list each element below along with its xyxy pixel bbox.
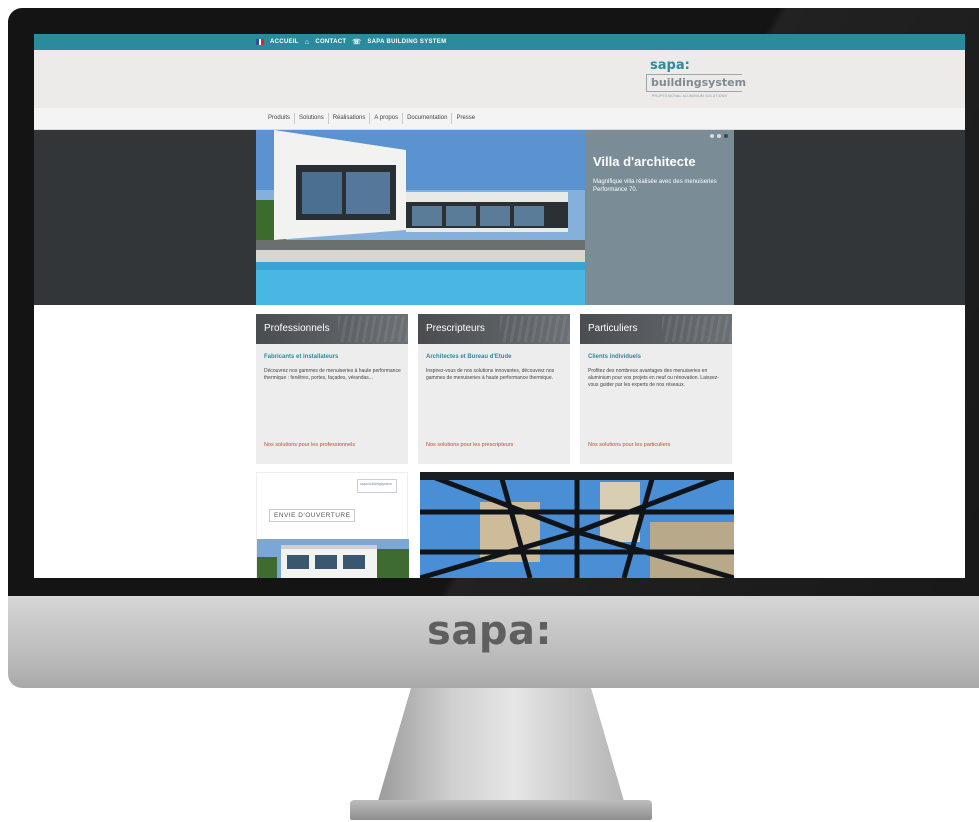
site-link[interactable]: SAPA BUILDING SYSTEM [367, 39, 446, 45]
logo-tagline: PROFESSIONAL ALUMINIUM SOLUTIONS [652, 94, 728, 98]
hero-villa-image[interactable] [256, 130, 585, 305]
card-title[interactable]: Particuliers [580, 314, 732, 344]
nav-item-documentation[interactable]: Documentation [403, 113, 453, 124]
card-title[interactable]: Professionnels [256, 314, 408, 344]
card-subtitle[interactable]: Clients individuels [588, 354, 641, 360]
carousel-dot[interactable] [710, 134, 714, 138]
hero-title: Villa d'architecte [593, 154, 696, 169]
monitor-stand-base [350, 800, 652, 820]
top-utility-bar: ACCUEIL ⌂ CONTACT ☏ SAPA BUILDING SYSTEM [34, 34, 965, 50]
hero-carousel: Villa d'architecte Magnifique villa réal… [34, 130, 965, 305]
chin-logo: sapa: [427, 608, 552, 654]
home-icon: ⌂ [304, 38, 310, 46]
site-header: sapa: buildingsystem PROFESSIONAL ALUMIN… [34, 50, 965, 108]
card-title[interactable]: Prescripteurs [418, 314, 570, 344]
logo-brand: sapa: [650, 58, 690, 73]
carousel-dot[interactable] [717, 134, 721, 138]
card-text: Inspirez-vous de nos solutions innovante… [426, 368, 555, 381]
promo-house-image [257, 539, 409, 578]
logo-product: buildingsystem [646, 74, 746, 92]
card-professionnels: Professionnels Fabricants et installateu… [256, 314, 408, 464]
phone-icon: ☏ [352, 39, 362, 46]
carousel-dot-active[interactable] [724, 134, 728, 138]
card-link[interactable]: Nos solutions pour les particuliers [588, 442, 670, 448]
contact-link[interactable]: CONTACT [315, 39, 346, 45]
nav-item-realisations[interactable]: Réalisations [329, 113, 371, 124]
main-nav: Produits Solutions Réalisations A propos… [34, 108, 965, 130]
browser-screen: ACCUEIL ⌂ CONTACT ☏ SAPA BUILDING SYSTEM… [34, 34, 965, 578]
promo-mini-logo: sapa buildingsystem [357, 479, 397, 493]
card-particuliers: Particuliers Clients individuels Profite… [580, 314, 732, 464]
nav-item-produits[interactable]: Produits [264, 113, 296, 124]
monitor-stand-neck [376, 688, 626, 808]
site-logo[interactable]: sapa: buildingsystem PROFESSIONAL ALUMIN… [646, 58, 746, 102]
audience-cards: Professionnels Fabricants et installateu… [256, 314, 734, 464]
promo-title: ENVIE D'OUVERTURE [269, 509, 356, 522]
card-prescripteurs: Prescripteurs Architectes et Bureau d'Et… [418, 314, 570, 464]
monitor-mockup: sapa: ACCUEIL ⌂ CONTACT ☏ SAPA BUILDING … [0, 0, 979, 822]
card-text: Découvrez nos gammes de menuiseries à ha… [264, 368, 401, 381]
hero-caption-panel: Villa d'architecte Magnifique villa réal… [585, 130, 734, 305]
french-flag-icon[interactable] [256, 39, 265, 45]
nav-item-solutions[interactable]: Solutions [295, 113, 329, 124]
carousel-dots[interactable] [710, 134, 728, 138]
card-subtitle[interactable]: Fabricants et installateurs [264, 354, 338, 360]
home-link[interactable]: ACCUEIL [270, 39, 299, 45]
card-subtitle[interactable]: Architectes et Bureau d'Etude [426, 354, 511, 360]
card-link[interactable]: Nos solutions pour les professionnels [264, 442, 355, 448]
nav-item-presse[interactable]: Presse [452, 113, 479, 124]
card-link[interactable]: Nos solutions pour les prescripteurs [426, 442, 513, 448]
nav-item-a-propos[interactable]: A propos [370, 113, 404, 124]
promo-envie-ouverture[interactable]: sapa buildingsystem ENVIE D'OUVERTURE [256, 472, 409, 578]
hero-description: Magnifique villa réalisée avec des menui… [593, 179, 717, 193]
card-text: Profitez des nombreux avantages des menu… [588, 368, 719, 388]
glass-roof-image[interactable] [420, 472, 734, 578]
